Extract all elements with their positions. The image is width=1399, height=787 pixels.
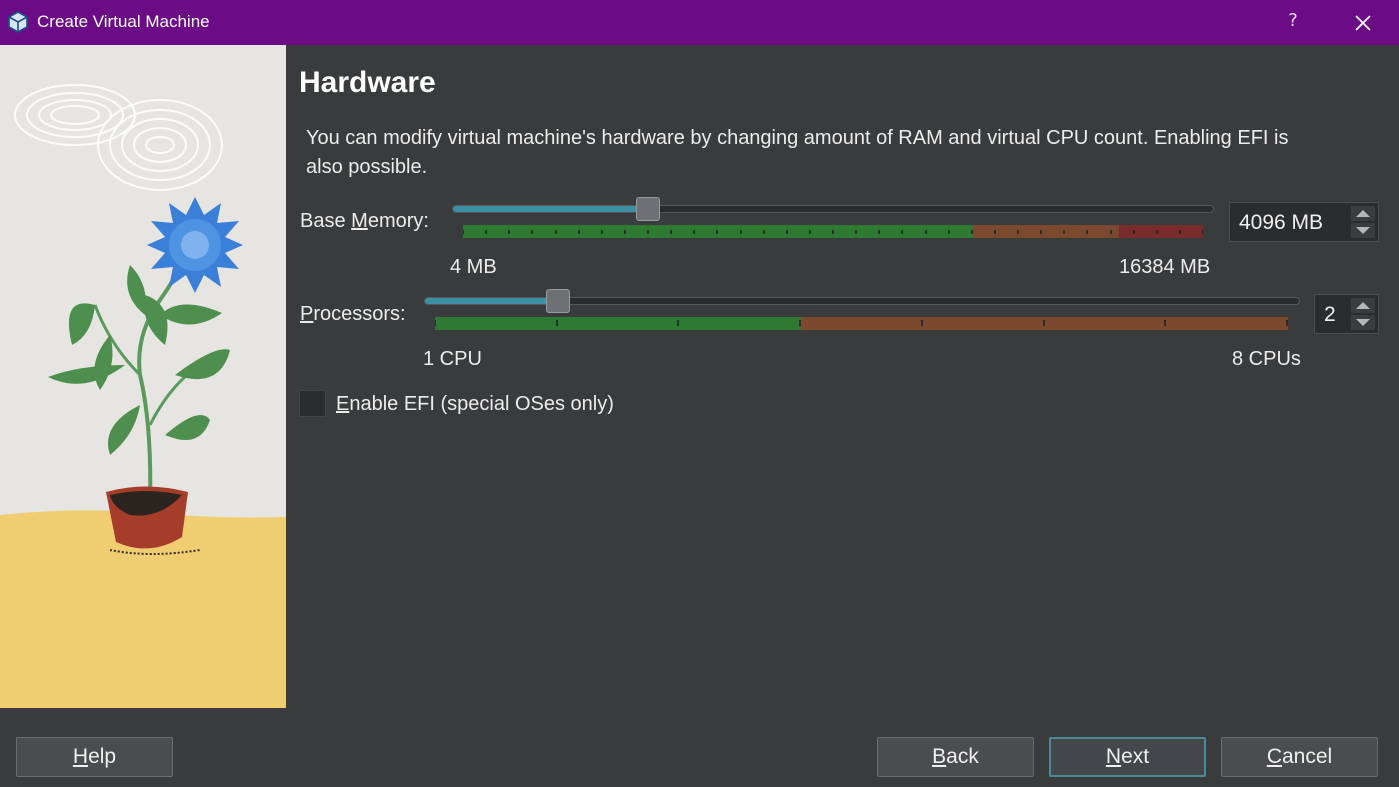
base-memory-value: 4096 MB	[1239, 211, 1324, 234]
processors-scale	[435, 317, 1288, 330]
base-memory-slider[interactable]	[452, 205, 1214, 213]
cancel-button[interactable]: Cancel	[1221, 737, 1378, 777]
base-memory-min-label: 4 MB	[450, 256, 497, 278]
spin-arrows-icon[interactable]	[1351, 206, 1375, 238]
enable-efi-label[interactable]: Enable EFI (special OSes only)	[336, 393, 614, 416]
cpu-zone-green	[435, 317, 801, 330]
context-help-button[interactable]: ?	[1283, 10, 1303, 31]
base-memory-max-label: 16384 MB	[1119, 256, 1211, 278]
processors-spinbox[interactable]: 2	[1314, 294, 1379, 334]
help-button[interactable]: Help	[16, 737, 173, 777]
processors-max-label: 8 CPUs	[1232, 348, 1301, 370]
memory-zone-red	[1119, 225, 1203, 238]
memory-zone-green	[463, 225, 973, 238]
processors-slider-handle[interactable]	[546, 289, 570, 313]
processors-slider-fill	[425, 298, 559, 304]
spin-arrows-icon[interactable]	[1351, 298, 1375, 330]
processors-value: 2	[1324, 303, 1336, 326]
page-description: You can modify virtual machine's hardwar…	[306, 127, 1289, 178]
processors-min-label: 1 CPU	[423, 348, 482, 370]
processors-label: Processors:	[300, 303, 406, 325]
base-memory-slider-handle[interactable]	[636, 197, 660, 221]
next-button[interactable]: Next	[1049, 737, 1206, 777]
enable-efi-checkbox[interactable]	[299, 390, 326, 417]
window-title: Create Virtual Machine	[37, 12, 210, 31]
page-title: Hardware	[299, 66, 436, 99]
wizard-illustration	[0, 45, 286, 708]
base-memory-spinbox[interactable]: 4096 MB	[1229, 202, 1379, 242]
back-button[interactable]: Back	[877, 737, 1034, 777]
base-memory-label: Base Memory:	[300, 210, 429, 232]
base-memory-slider-fill	[453, 206, 649, 212]
base-memory-scale	[463, 225, 1203, 238]
close-icon[interactable]	[1350, 11, 1376, 35]
virtualbox-cube-icon	[8, 11, 28, 33]
title-bar: Create Virtual Machine ?	[0, 0, 1399, 45]
